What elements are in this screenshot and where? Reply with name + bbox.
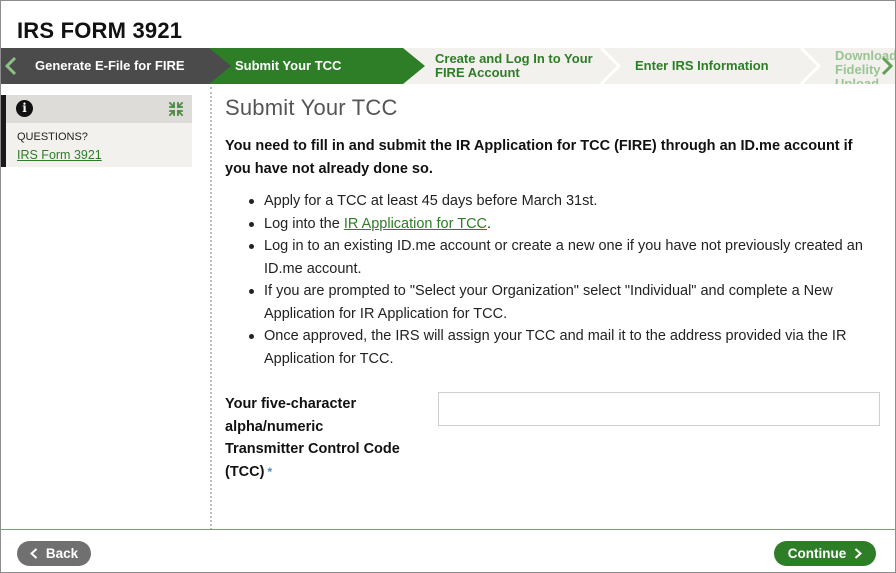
required-marker: * xyxy=(267,464,273,479)
tcc-field-label-text: Your five-character alpha/numeric Transm… xyxy=(225,396,400,480)
continue-button-label: Continue xyxy=(787,546,847,561)
collapse-arrows-icon[interactable] xyxy=(168,101,184,117)
footer-divider xyxy=(1,529,895,530)
lead-text: You need to fill in and submit the IR Ap… xyxy=(225,138,853,177)
list-item: Log in to an existing ID.me account or c… xyxy=(225,235,885,280)
step-generate-efile[interactable]: Generate E-File for FIRE xyxy=(1,48,233,84)
step-create-fire-account[interactable]: Create and Log In to Your FIRE Account xyxy=(411,48,611,84)
step-label: Enter IRS Information xyxy=(635,58,769,73)
page-title: Submit Your TCC xyxy=(225,95,398,120)
app-window: IRS FORM 3921 Generate E-File for FIRE C… xyxy=(0,0,896,573)
step-enter-irs-info[interactable]: Enter IRS Information xyxy=(611,48,811,84)
ir-application-tcc-link[interactable]: IR Application for TCC xyxy=(344,216,487,232)
step-separator-icon xyxy=(799,48,821,84)
irs-form-3921-link[interactable]: IRS Form 3921 xyxy=(17,148,102,162)
list-item: Log into the IR Application for TCC. xyxy=(225,213,885,236)
list-item-text: . xyxy=(487,215,492,232)
questions-label: QUESTIONS? xyxy=(17,131,88,143)
list-item: Once approved, the IRS will assign your … xyxy=(225,325,885,370)
info-icon: i xyxy=(16,100,33,117)
main-content: Submit Your TCC You need to fill in and … xyxy=(225,95,885,480)
help-sidebar: i QUESTIONS? IRS Form 3921 xyxy=(1,95,192,167)
help-sidebar-header: i xyxy=(6,95,192,123)
tcc-field-label: Your five-character alpha/numeric Transm… xyxy=(225,393,405,483)
app-title: IRS FORM 3921 xyxy=(17,18,183,43)
continue-button[interactable]: Continue xyxy=(774,541,876,566)
step-submit-tcc[interactable]: Submit Your TCC xyxy=(209,48,425,84)
back-button[interactable]: Back xyxy=(17,541,91,566)
instructions-list: Apply for a TCC at least 45 days before … xyxy=(225,190,885,370)
list-item: If you are prompted to "Select your Orga… xyxy=(225,280,885,325)
step-label: Generate E-File for FIRE xyxy=(35,58,185,73)
chevron-left-icon xyxy=(29,548,38,559)
chevron-left-icon[interactable] xyxy=(5,56,17,76)
back-button-label: Back xyxy=(45,546,79,561)
list-item: Apply for a TCC at least 45 days before … xyxy=(225,190,885,213)
step-label: Create and Log In to Your FIRE Account xyxy=(435,51,593,80)
progress-stepper: Generate E-File for FIRE Create and Log … xyxy=(1,48,895,84)
chevron-right-icon[interactable] xyxy=(881,56,893,76)
chevron-right-icon xyxy=(854,548,863,559)
dotted-divider xyxy=(210,87,212,530)
list-item-text: Log into the xyxy=(264,215,344,232)
step-label: Submit Your TCC xyxy=(235,58,342,73)
step-separator-icon xyxy=(599,48,621,84)
tcc-input[interactable] xyxy=(438,392,880,426)
